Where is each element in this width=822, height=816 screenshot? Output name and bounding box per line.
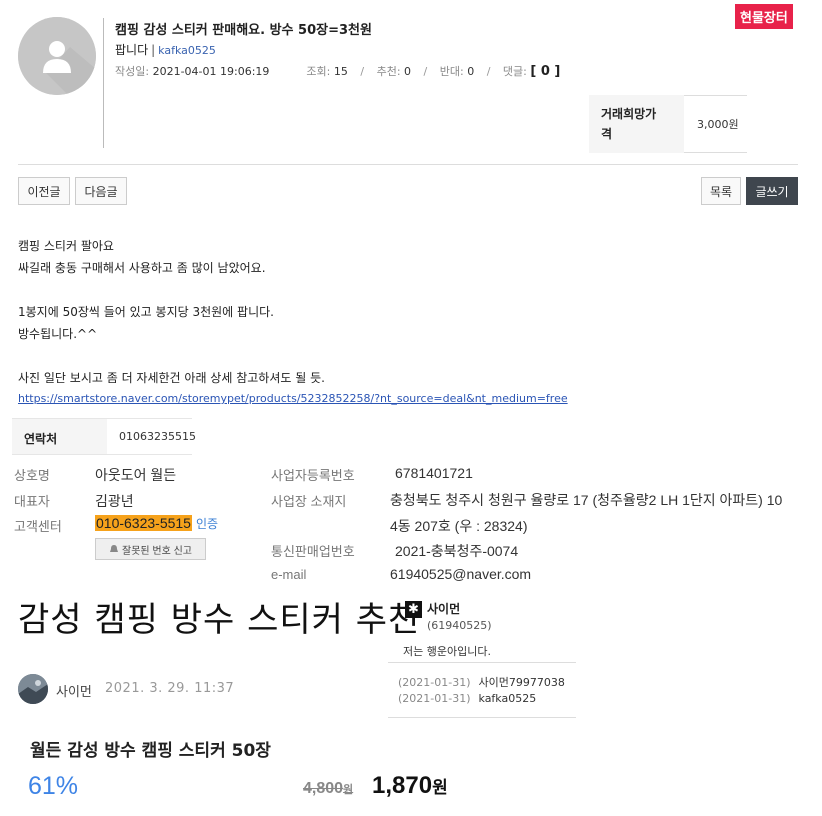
- history-date: (2021-01-31): [398, 692, 471, 705]
- bell-icon: [110, 545, 119, 552]
- product-name[interactable]: 월든 감성 방수 캠핑 스티커 50장: [30, 736, 271, 761]
- comments-label: 댓글:: [502, 65, 527, 78]
- history-item: (2021-01-31) 사이먼79977038: [398, 674, 565, 690]
- blog-title: 감성 캠핑 방수 스티커 추천: [18, 600, 421, 640]
- contact-label: 연락처: [12, 418, 107, 455]
- history-date: (2021-01-31): [398, 676, 471, 689]
- avatar-photo-icon: [18, 674, 48, 704]
- address-line1: 충청북도 청주시 청원구 율량로 17 (청주율량2 LH 1단지 아파트) 1…: [390, 492, 783, 508]
- post-title: 캠핑 감성 스티커 판매해요. 방수 50장=3천원: [115, 23, 372, 38]
- customer-center: 010-6323-5515 인증: [95, 515, 218, 532]
- verify-badge: 인증: [195, 517, 219, 531]
- reg-number: 6781401721: [395, 465, 473, 481]
- asterisk-icon: ✱: [405, 601, 422, 618]
- comments-count: [ 0 ]: [530, 64, 561, 79]
- history-name: kafka0525: [478, 692, 537, 705]
- header-divider: [103, 18, 104, 148]
- address-line2: 4동 207호 (우 : 28324): [390, 518, 528, 534]
- views-count: 15: [333, 65, 348, 78]
- user-box-name: 사이먼: [427, 602, 461, 616]
- final-price: 1,870원: [372, 772, 448, 800]
- mail-order-label: 통신판매업번호: [271, 544, 355, 559]
- category-badge[interactable]: 현물장터: [735, 4, 793, 29]
- header-separator: [18, 164, 798, 165]
- reg-number-label: 사업자등록번호: [271, 468, 355, 483]
- customer-phone[interactable]: 010-6323-5515: [95, 515, 192, 531]
- post-date: 2021-04-01 19:06:19: [152, 65, 270, 78]
- email: 61940525@naver.com: [390, 566, 532, 582]
- history-name: 사이먼79977038: [478, 676, 565, 689]
- author-id-link[interactable]: kafka0525: [158, 44, 216, 57]
- original-price: 4,800원: [303, 780, 353, 798]
- price-label: 거래희망가 격: [589, 95, 684, 153]
- discount-rate: 61%: [28, 772, 79, 800]
- representative: 김광년: [95, 493, 134, 509]
- business-name: 아웃도어 월든: [95, 467, 177, 483]
- post-type-line: 팝니다 | kafka0525: [115, 43, 216, 57]
- original-price-unit: 원: [343, 784, 354, 796]
- final-price-value: 1,870: [372, 772, 433, 799]
- report-label: 잘못된 번호 신고: [122, 545, 192, 557]
- views-label: 조회:: [306, 65, 331, 78]
- representative-label: 대표자: [14, 494, 50, 509]
- price-label-line1: 거래희망가: [601, 107, 657, 121]
- post-meta: 작성일: 2021-04-01 19:06:19 조회: 15 / 추천: 0 …: [115, 64, 561, 79]
- business-name-label: 상호명: [14, 468, 50, 483]
- user-box-divider: [388, 662, 576, 663]
- final-price-unit: 원: [432, 778, 448, 797]
- customer-center-label: 고객센터: [14, 519, 62, 534]
- history-item: (2021-01-31) kafka0525: [398, 692, 536, 705]
- email-label: e-mail: [271, 567, 307, 582]
- blog-author[interactable]: 사이먼: [56, 681, 92, 700]
- user-avatar: [18, 17, 96, 95]
- list-button[interactable]: 목록: [701, 177, 741, 205]
- user-box-bottom-divider: [388, 717, 576, 718]
- next-post-button[interactable]: 다음글: [75, 177, 127, 205]
- price-value: 3,000원: [697, 118, 739, 131]
- mail-order-number: 2021-충북청주-0074: [395, 543, 519, 559]
- post-body: 캠핑 스티커 팔아요 싸길래 충동 구매해서 사용하고 좀 많이 남았어요. 1…: [18, 239, 325, 385]
- post-type: 팝니다: [115, 43, 149, 57]
- original-price-value: 4,800: [303, 780, 344, 797]
- likes-label: 추천:: [376, 65, 401, 78]
- dislikes-label: 반대:: [439, 65, 464, 78]
- prev-post-button[interactable]: 이전글: [18, 177, 70, 205]
- likes-count: 0: [404, 65, 412, 78]
- author-avatar[interactable]: [18, 674, 48, 704]
- write-button[interactable]: 글쓰기: [746, 177, 798, 205]
- blog-date: 2021. 3. 29. 11:37: [105, 681, 235, 696]
- report-number-button[interactable]: 잘못된 번호 신고: [95, 538, 206, 560]
- address-label: 사업장 소재지: [271, 494, 347, 509]
- date-label: 작성일:: [115, 65, 150, 78]
- user-box-id: (61940525): [427, 619, 492, 632]
- dislikes-count: 0: [467, 65, 475, 78]
- person-icon: [18, 17, 96, 95]
- user-box-message: 저는 행운아입니다.: [403, 645, 491, 658]
- price-label-line2: 격: [601, 127, 613, 141]
- contact-value: 01063235515: [107, 418, 196, 455]
- product-link[interactable]: https://smartstore.naver.com/storemypet/…: [18, 392, 568, 405]
